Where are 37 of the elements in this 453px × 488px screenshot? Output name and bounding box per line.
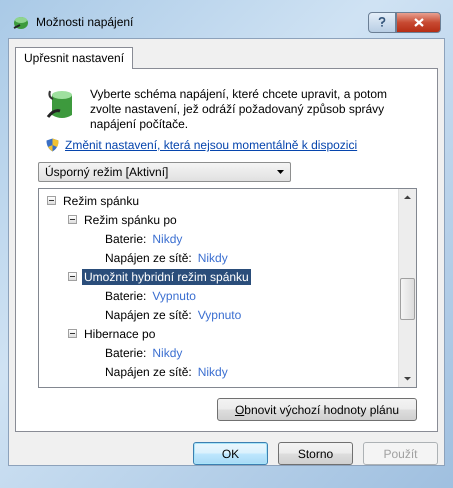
setting-label[interactable]: Baterie: <box>103 344 148 360</box>
tree-item[interactable]: Umožnit hybridní režim spánku <box>82 268 251 284</box>
help-icon <box>378 17 386 27</box>
tree-item[interactable]: Režim spánku po <box>82 212 179 228</box>
setting-label[interactable]: Napájen ze sítě: <box>103 364 194 380</box>
setting-label[interactable]: Napájen ze sítě: <box>103 306 194 322</box>
window-title: Možnosti napájení <box>36 15 134 29</box>
plan-dropdown[interactable]: Úsporný režim [Aktivní] <box>38 162 291 182</box>
setting-label[interactable]: Napájen ze sítě: <box>103 250 194 266</box>
collapse-icon[interactable] <box>68 272 77 281</box>
setting-value[interactable]: Nikdy <box>198 364 228 378</box>
setting-value[interactable]: Nikdy <box>198 250 228 264</box>
setting-label[interactable]: Baterie: <box>103 230 148 246</box>
power-plan-icon <box>12 14 30 30</box>
scroll-thumb[interactable] <box>400 278 415 320</box>
help-button[interactable] <box>368 12 396 32</box>
setting-value[interactable]: Vypnuto <box>198 308 242 322</box>
close-icon <box>414 18 424 26</box>
ok-button[interactable]: OK <box>193 442 268 465</box>
intro-text: Vyberte schéma napájení, které chcete upravit, a potom zvolte nastavení, jež odráží požadovaný způsob správy napájení počítače. <box>90 87 388 132</box>
setting-value[interactable]: Vypnuto <box>152 288 196 302</box>
close-button[interactable] <box>396 12 441 32</box>
collapse-icon[interactable] <box>47 196 56 205</box>
restore-defaults-button[interactable]: Obnovit výchozí hodnoty plánu <box>217 398 417 421</box>
tree-item[interactable]: Hibernace po <box>82 326 158 342</box>
tab[interactable]: Upřesnit nastavení <box>15 47 134 69</box>
collapse-icon[interactable] <box>68 215 77 224</box>
shield-icon <box>46 138 59 152</box>
change-settings-link[interactable]: Změnit nastavení, která nejsou momentálně k dispozici <box>65 138 358 152</box>
dropdown-arrow-icon <box>277 170 284 174</box>
setting-value[interactable]: Nikdy <box>152 346 182 360</box>
scrollbar[interactable] <box>398 189 416 387</box>
collapse-icon[interactable] <box>68 329 77 338</box>
setting-value[interactable]: Nikdy <box>152 232 182 246</box>
tree-item[interactable]: Režim spánku <box>61 192 142 208</box>
cancel-button[interactable]: Storno <box>278 442 353 465</box>
setting-label[interactable]: Baterie: <box>103 288 148 304</box>
